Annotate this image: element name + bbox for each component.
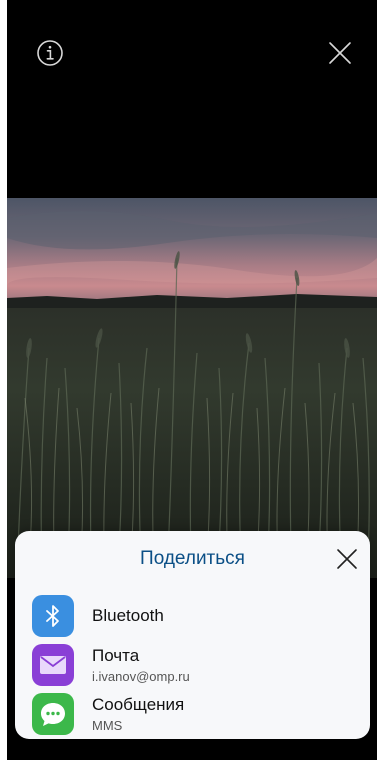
wheat-field-photo <box>7 198 377 578</box>
share-sheet-close-button[interactable] <box>332 544 362 574</box>
close-viewer-button[interactable] <box>323 36 357 70</box>
info-circle-icon <box>37 40 63 66</box>
info-button[interactable] <box>33 36 67 70</box>
share-item-sublabel: MMS <box>92 718 123 733</box>
share-item-mail[interactable]: Почта i.ivanov@omp.ru <box>32 644 352 688</box>
share-item-label: Сообщения <box>92 695 185 714</box>
photo-viewer-screen: Поделиться Bluetooth Почта i.ivanov@omp.… <box>7 0 377 760</box>
share-sheet-title: Поделиться <box>140 548 245 569</box>
share-item-label: Почта <box>92 646 140 665</box>
share-item-sublabel: i.ivanov@omp.ru <box>92 669 190 684</box>
mail-icon <box>32 644 74 686</box>
close-icon <box>337 549 357 569</box>
share-item-bluetooth[interactable]: Bluetooth <box>32 595 352 639</box>
share-item-messages[interactable]: Сообщения MMS <box>32 693 352 737</box>
share-item-label: Bluetooth <box>92 606 164 625</box>
bluetooth-icon <box>32 595 74 637</box>
close-icon <box>329 42 351 64</box>
message-icon <box>32 693 74 735</box>
share-sheet: Поделиться Bluetooth Почта i.ivanov@omp.… <box>15 531 370 739</box>
